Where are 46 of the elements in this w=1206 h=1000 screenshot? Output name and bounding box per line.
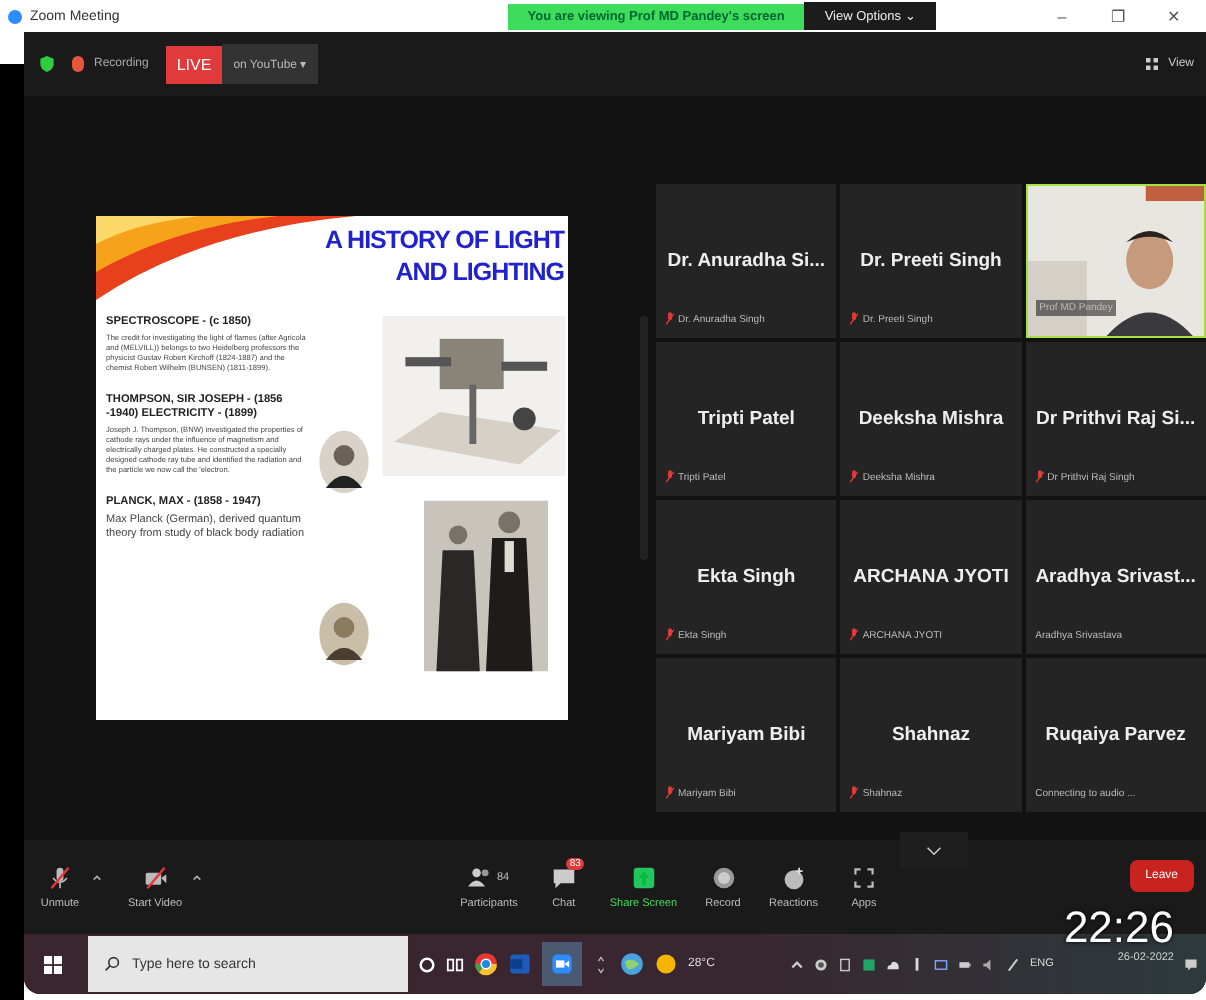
clock-time: 22:26 [1063,904,1174,952]
participant-name: Ruqaiya Parvez [1045,724,1186,746]
cloud-icon[interactable] [886,957,901,971]
participant-name: Dr. Preeti Singh [860,250,1002,272]
slide-title: A HISTORY OF LIGHT [325,224,564,256]
record-icon [711,865,736,889]
participant-name: Tripti Patel [697,408,795,430]
live-badge: LIVE [166,45,222,83]
sun-icon [654,952,678,976]
participant-name: Ekta Singh [697,566,796,588]
participant-name: Mariyam Bibi [687,724,806,746]
zoom-app-icon[interactable] [542,942,582,986]
search-icon [104,956,120,972]
zoom-logo-icon [8,9,22,23]
notification-icon[interactable] [1184,957,1198,971]
task-view-icon[interactable] [446,955,464,973]
participant-name: Aradhya Srivast... [1035,566,1196,588]
participant-name: Dr Prithvi Raj Si... [1035,408,1196,430]
chevron-down-icon [926,845,942,855]
slide-title: AND LIGHTING [395,256,564,288]
pen-icon[interactable] [1006,957,1021,971]
chat-icon [551,865,576,889]
windows-start-icon[interactable] [44,955,62,973]
caret-icon[interactable] [790,957,805,971]
participant-name: Dr. Anuradha Si... [667,250,826,272]
chrome-icon[interactable] [474,952,498,976]
globe-icon[interactable] [620,952,644,976]
video-off-icon [143,865,168,889]
people-icon [468,865,493,889]
participant-name: Deeksha Mishra [858,408,1004,430]
caret-icon[interactable] [192,873,203,881]
caret-icon[interactable] [92,873,102,881]
share-screen-icon [631,865,656,889]
apps-icon [851,865,876,889]
participant-name: ARCHANA JYOTI [853,566,1009,588]
shield-icon [40,56,54,72]
window-control-button[interactable]: ❐ [1094,5,1142,27]
grid-icon [1146,58,1159,70]
circle-icon[interactable] [418,955,436,973]
window-control-button[interactable]: – [1038,5,1086,27]
window-control-button[interactable]: ✕ [1150,5,1198,27]
reactions-icon [781,865,806,889]
muted-mic-icon [48,865,72,889]
participant-name: Shahnaz [891,724,971,746]
scroll-arrows-icon[interactable] [592,955,610,973]
recording-icon [72,56,84,72]
